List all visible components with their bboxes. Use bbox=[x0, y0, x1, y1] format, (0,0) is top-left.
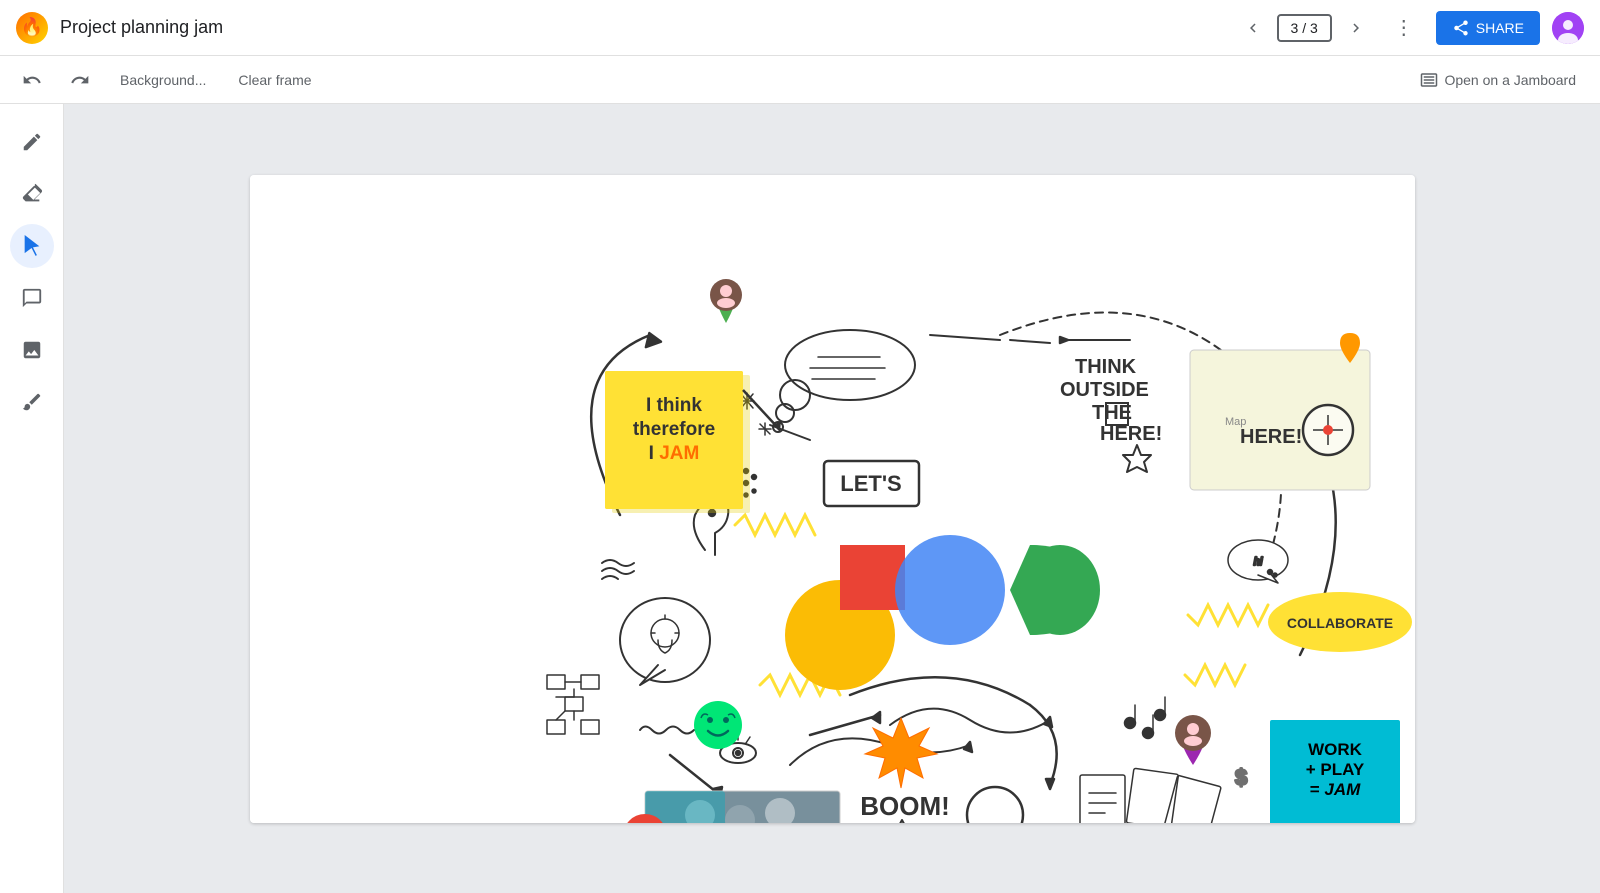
svg-text:I JAM: I JAM bbox=[648, 443, 699, 464]
svg-text:COLLABORATE: COLLABORATE bbox=[1286, 615, 1392, 631]
svg-text:hi: hi bbox=[1253, 556, 1262, 568]
background-button[interactable]: Background... bbox=[112, 68, 214, 92]
svg-text:THE: THE bbox=[1092, 402, 1132, 424]
eraser-tool[interactable] bbox=[10, 172, 54, 216]
svg-text:WORK: WORK bbox=[1308, 740, 1363, 759]
svg-text:OUTSIDE: OUTSIDE bbox=[1060, 379, 1149, 401]
canvas-illustration: hi $ bbox=[250, 175, 1415, 823]
svg-text:HERE!: HERE! bbox=[1240, 426, 1302, 448]
top-bar: 🔥 Project planning jam 3 / 3 ⋮ SHARE bbox=[0, 0, 1600, 56]
canvas[interactable]: hi $ bbox=[250, 175, 1415, 823]
app-title: Project planning jam bbox=[60, 17, 1225, 38]
open-jamboard-label: Open on a Jamboard bbox=[1444, 72, 1576, 88]
left-toolbar bbox=[0, 104, 64, 893]
svg-text:I think: I think bbox=[646, 395, 702, 416]
undo-button[interactable] bbox=[16, 64, 48, 96]
pen-tool[interactable] bbox=[10, 120, 54, 164]
main-area: hi $ bbox=[0, 104, 1600, 893]
nav-controls: 3 / 3 bbox=[1237, 12, 1372, 44]
select-tool[interactable] bbox=[10, 224, 54, 268]
sticky-note-tool[interactable] bbox=[10, 276, 54, 320]
frame-indicator: 3 / 3 bbox=[1277, 14, 1332, 42]
svg-text:BOOM!: BOOM! bbox=[860, 791, 950, 821]
prev-frame-button[interactable] bbox=[1237, 12, 1269, 44]
canvas-area: hi $ bbox=[64, 104, 1600, 893]
svg-text:+ PLAY: + PLAY bbox=[1305, 760, 1364, 779]
svg-text:LET'S: LET'S bbox=[840, 471, 901, 496]
user-avatar[interactable] bbox=[1552, 12, 1584, 44]
svg-text:therefore: therefore bbox=[632, 419, 714, 440]
next-frame-button[interactable] bbox=[1340, 12, 1372, 44]
svg-text:= JAM: = JAM bbox=[1309, 780, 1360, 799]
clear-frame-button[interactable]: Clear frame bbox=[230, 68, 319, 92]
share-button[interactable]: SHARE bbox=[1436, 11, 1540, 45]
svg-text:HERE!: HERE! bbox=[1100, 423, 1162, 445]
svg-text:$: $ bbox=[1235, 765, 1247, 790]
share-label: SHARE bbox=[1476, 20, 1524, 36]
more-options-button[interactable]: ⋮ bbox=[1384, 8, 1424, 48]
open-jamboard-button[interactable]: Open on a Jamboard bbox=[1412, 67, 1584, 93]
svg-text:THINK: THINK bbox=[1075, 356, 1137, 378]
app-logo: 🔥 bbox=[16, 12, 48, 44]
laser-tool[interactable] bbox=[10, 380, 54, 424]
image-tool[interactable] bbox=[10, 328, 54, 372]
secondary-bar: Background... Clear frame Open on a Jamb… bbox=[0, 56, 1600, 104]
redo-button[interactable] bbox=[64, 64, 96, 96]
